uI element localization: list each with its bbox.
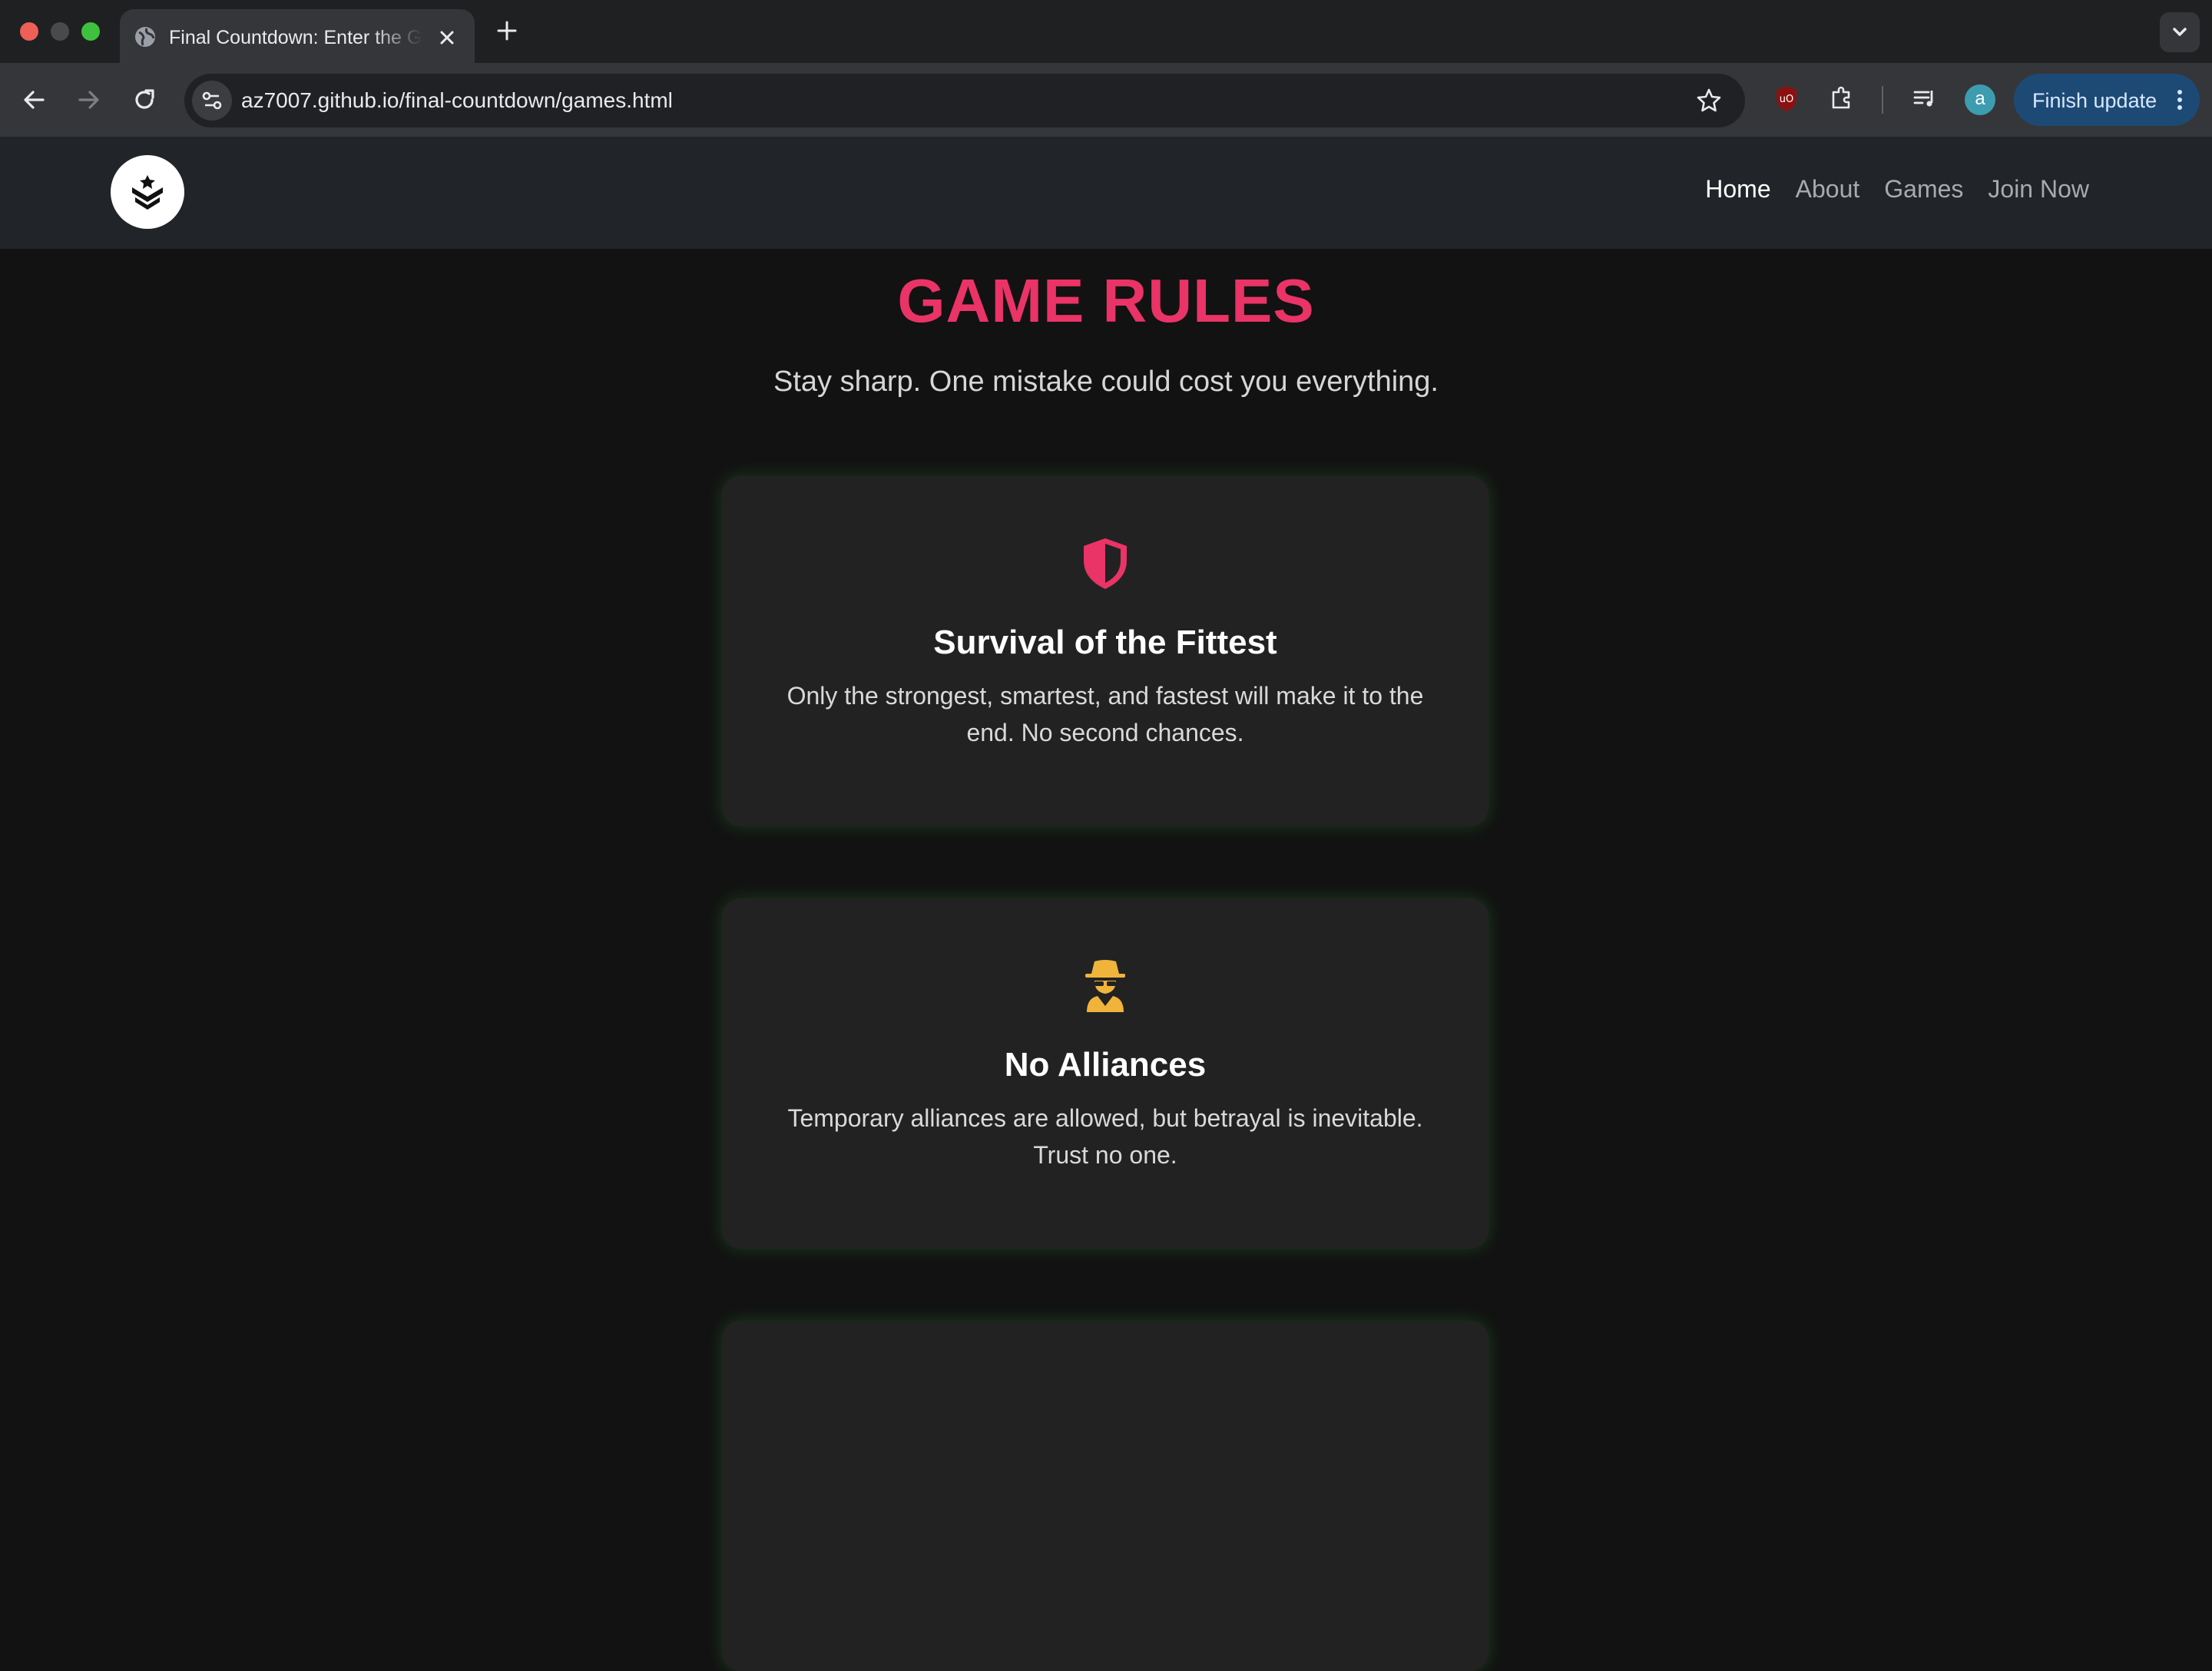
back-arrow-icon[interactable] — [18, 84, 49, 115]
site-navbar: Home About Games Join Now — [0, 137, 2212, 249]
address-bar[interactable]: az7007.github.io/final-countdown/games.h… — [184, 74, 1745, 127]
rule-card-text: Temporary alliances are allowed, but bet… — [787, 1104, 1423, 1169]
new-tab-icon[interactable] — [495, 18, 519, 43]
chevron-rank-icon — [132, 175, 163, 210]
maximize-window-button[interactable] — [81, 22, 100, 41]
minimize-window-button[interactable] — [51, 22, 69, 41]
more-vertical-icon[interactable] — [2175, 88, 2184, 112]
globe-icon — [135, 27, 155, 47]
extensions-puzzle-icon[interactable] — [1826, 83, 1857, 114]
page-subtitle: Stay sharp. One mistake could cost you e… — [773, 366, 1439, 398]
nav-link-games[interactable]: Games — [1884, 175, 1963, 203]
media-playlist-icon[interactable] — [1909, 83, 1940, 114]
rule-card-text: Only the strongest, smartest, and fastes… — [786, 682, 1424, 746]
browser-tab-active[interactable]: Final Countdown: Enter the Game — [120, 9, 475, 63]
spy-icon — [1085, 960, 1125, 1012]
reload-icon[interactable] — [129, 84, 160, 115]
site-info-button[interactable] — [192, 81, 232, 121]
rule-card-title: Survival of the Fittest — [933, 624, 1277, 661]
rule-card: No Alliances Temporary alliances are all… — [722, 898, 1488, 1249]
rule-card: Survival of the Fittest Only the stronge… — [722, 476, 1488, 826]
ublock-shield-icon[interactable]: uO — [1771, 83, 1802, 114]
tune-icon — [202, 91, 222, 110]
chevron-down-icon — [2173, 28, 2187, 36]
tab-title: Final Countdown: Enter the Game — [169, 27, 422, 48]
forward-arrow-icon[interactable] — [74, 84, 104, 115]
rule-card — [722, 1321, 1488, 1671]
svg-text:uO: uO — [1780, 94, 1793, 105]
bookmark-star-icon[interactable] — [1694, 86, 1724, 115]
profile-avatar[interactable]: a — [1965, 84, 1995, 115]
site-logo[interactable] — [111, 155, 184, 229]
close-window-button[interactable] — [20, 22, 38, 41]
finish-update-button[interactable]: Finish update — [2014, 74, 2200, 126]
browser-tab-strip: Final Countdown: Enter the Game — [0, 0, 2212, 63]
page-title: GAME RULES — [897, 266, 1315, 335]
toolbar-divider — [1882, 86, 1883, 114]
rule-card-title: No Alliances — [1004, 1046, 1207, 1084]
finish-update-label: Finish update — [2032, 89, 2157, 112]
nav-links: Home About Games Join Now — [1705, 175, 2089, 203]
nav-link-about[interactable]: About — [1796, 175, 1860, 203]
nav-link-join-now[interactable]: Join Now — [1988, 175, 2089, 203]
shield-icon — [1084, 538, 1127, 589]
tab-close-icon[interactable] — [436, 27, 458, 48]
nav-link-home[interactable]: Home — [1705, 175, 1770, 203]
browser-toolbar: az7007.github.io/final-countdown/games.h… — [0, 63, 2212, 137]
tab-search-button[interactable] — [2160, 12, 2200, 52]
url-text: az7007.github.io/final-countdown/games.h… — [241, 88, 673, 112]
